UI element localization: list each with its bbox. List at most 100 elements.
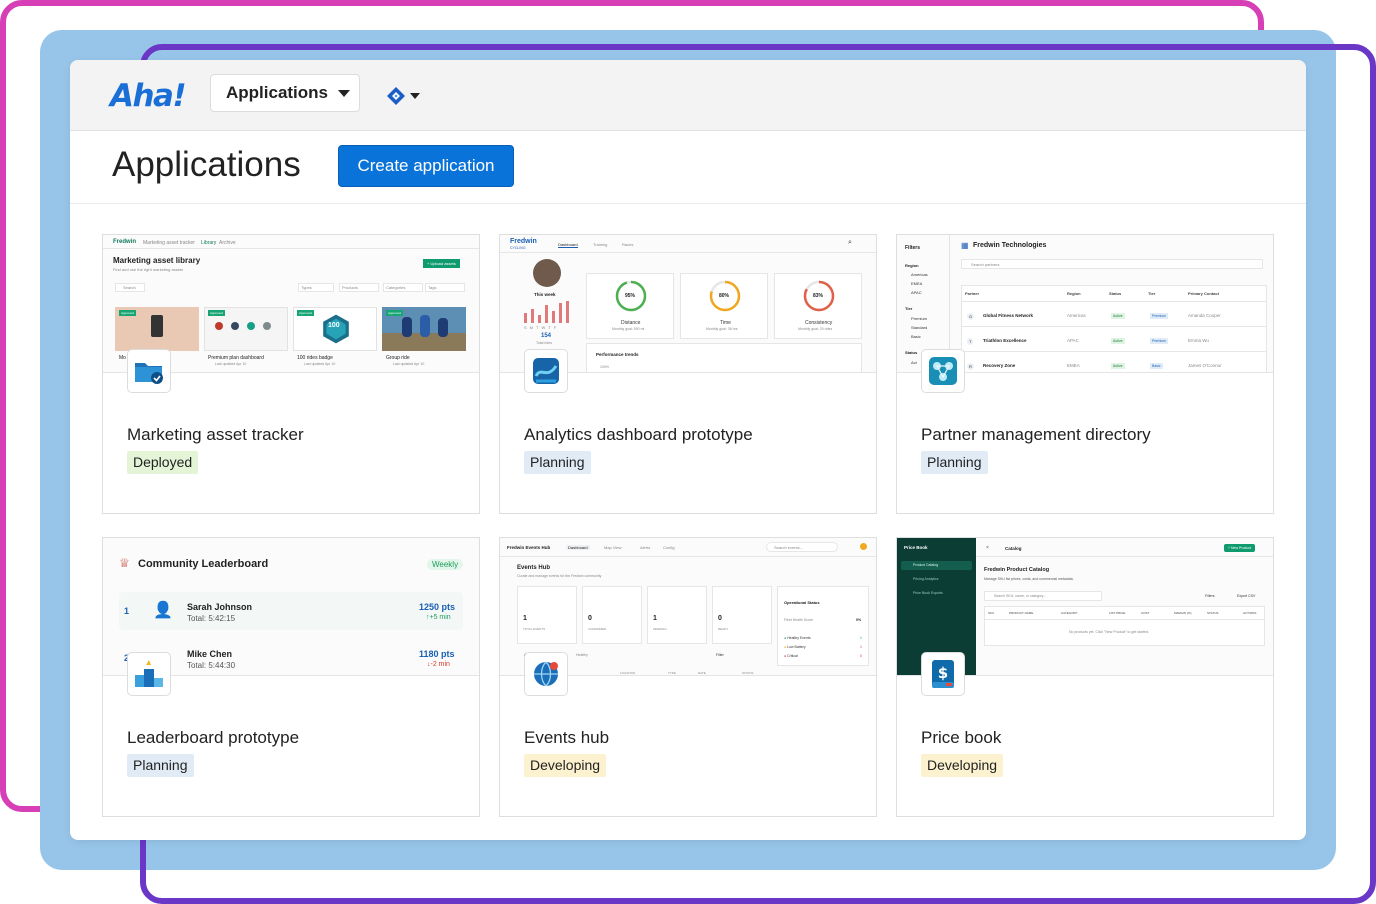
preview-tab: Alerts [640,545,651,550]
gauge-value: 80% [719,293,730,299]
col-header: CATEGORY [1061,611,1078,615]
breadcrumb: Catalog [1005,546,1022,551]
trends-title: Performance trends [596,352,639,357]
partner-tier: Premium [1150,338,1169,344]
podium-icon [135,660,163,687]
filters-title: Filters [905,245,921,251]
tile-meta: Last updated Apr 10 [215,362,247,366]
trends-value: 100% [600,365,609,369]
partner-status: Active [1111,338,1125,344]
gauge-sub: Monthly goal: 20 rides [798,327,833,331]
gauge-label: Time [720,320,731,326]
preview-tab: Dashboard [566,545,590,550]
partner-tier: Premium [1150,313,1169,319]
total-rides-label: Total rides [536,341,552,345]
preview-tab: Config [663,545,675,550]
tile-tag: Approved [119,310,136,316]
chevron-down-icon [338,89,351,97]
runner-total: Total: 5:42:15 [187,614,236,623]
partner-contact: Amanda Cooper [1188,313,1221,318]
application-card[interactable]: ♕ Community Leaderboard Weekly 1 👤 Sarah… [102,537,480,817]
app-icon: $ [921,652,965,696]
gauge-sub: Monthly goal: 36 hrs [706,327,738,331]
sidebar-nav-item: Pricing Analytics [913,577,939,581]
partner-tier: Basic [1150,363,1163,369]
preview-filter: Categories [386,285,406,290]
chart-cube-icon [533,358,559,384]
runner-points: 1180 pts [419,649,455,659]
legend-value: 0 [860,654,862,658]
status-badge: Deployed [127,451,199,474]
col-header: PRODUCT NAME [1009,611,1034,615]
people-network-icon [929,357,957,385]
search-icon: ⌕ [848,239,852,246]
integration-menu[interactable] [386,86,420,106]
trophy-icon: ♕ [119,556,130,570]
preview-sub: Find and use the right marketing assets [113,267,184,272]
workspace-dropdown[interactable]: Applications [210,74,360,112]
application-card[interactable]: Fredwin CYCLING Dashboard Training Races… [499,234,877,514]
filter-option: Basic [911,334,921,339]
dollar-book-icon: $ [932,660,954,688]
building-icon: ▦ [961,241,969,250]
col-header: TYPE [668,671,676,675]
new-product-button: + New Product [1224,544,1256,552]
tile-title: Mo [119,355,126,361]
partner-contact: Emma Wu [1188,338,1209,343]
filter-option: Act [911,360,917,365]
filter-button: Filter [716,653,724,657]
preview-filter: Products [342,285,358,290]
card-title[interactable]: Marketing asset tracker [127,425,304,445]
card-title[interactable]: Analytics dashboard prototype [524,425,753,445]
week-bars-chart [524,301,569,323]
sidebar-nav-item: Product Catalog [913,563,939,567]
gauge-sub: Monthly goal: 500 mi [612,327,645,331]
application-card[interactable]: Fredwin Marketing asset tracker Library … [102,234,480,514]
close-icon: × [986,545,989,551]
card-title[interactable]: Events hub [524,728,609,748]
preview-tab: Map View [604,545,622,550]
stat-label: TOTAL EVENTS [523,627,546,631]
app-icon [524,652,568,696]
preview-heading: Marketing asset library [113,256,201,265]
stat-value: 0 [718,615,722,622]
stat-label: CONFIRMED [588,627,607,631]
empty-state: No products yet. Click "New Product" to … [1069,630,1149,634]
application-card[interactable]: Price Book Product Catalog Pricing Analy… [896,537,1274,817]
col-header: Partner [965,291,980,296]
card-title[interactable]: Price book [921,728,1001,748]
partner-status: Active [1111,313,1125,319]
preview-search: Search [123,285,136,290]
tile-title: 100 rides badge [297,355,333,361]
preview-filter: Tags [428,285,437,290]
folder-check-icon [135,363,163,384]
application-card[interactable]: Filters Region Americas EMEA APAC Tier P… [896,234,1274,514]
card-title[interactable]: Partner management directory [921,425,1151,445]
badge-number: 100 [328,322,340,329]
aha-logo[interactable]: Aha! [110,78,187,114]
preview-tab: Races [622,242,634,247]
health-value: 0% [856,618,862,622]
filter-group-label: Tier [905,306,913,311]
legend-value: 1 [860,645,862,649]
card-title[interactable]: Leaderboard prototype [127,728,299,748]
tile-title: Premium plan dashboard [208,355,264,361]
partner-initial: R [967,363,974,370]
status-badge: Developing [524,754,607,777]
chevron-down-icon [410,93,420,99]
catalog-title: Fredwin Product Catalog [984,567,1050,573]
app-window: Aha! Applications Applications Create ap… [70,60,1306,840]
application-card[interactable]: Fredwin Events Hub Dashboard Map View Al… [499,537,877,817]
filters-button: Filters [1205,594,1215,598]
gauge-value: 95% [625,293,636,299]
preview-brand: Fredwin [510,238,537,245]
app-icon [127,652,171,696]
avatar [533,259,561,287]
filter-group-label: Status [905,350,918,355]
page-title: Applications [112,145,301,184]
stat-label: PENDING [653,627,667,631]
create-application-button[interactable]: Create application [338,145,514,187]
partner-region: APAC [1067,338,1079,343]
stat-value: 0 [588,615,592,622]
tile-tag: Approved [208,310,225,316]
